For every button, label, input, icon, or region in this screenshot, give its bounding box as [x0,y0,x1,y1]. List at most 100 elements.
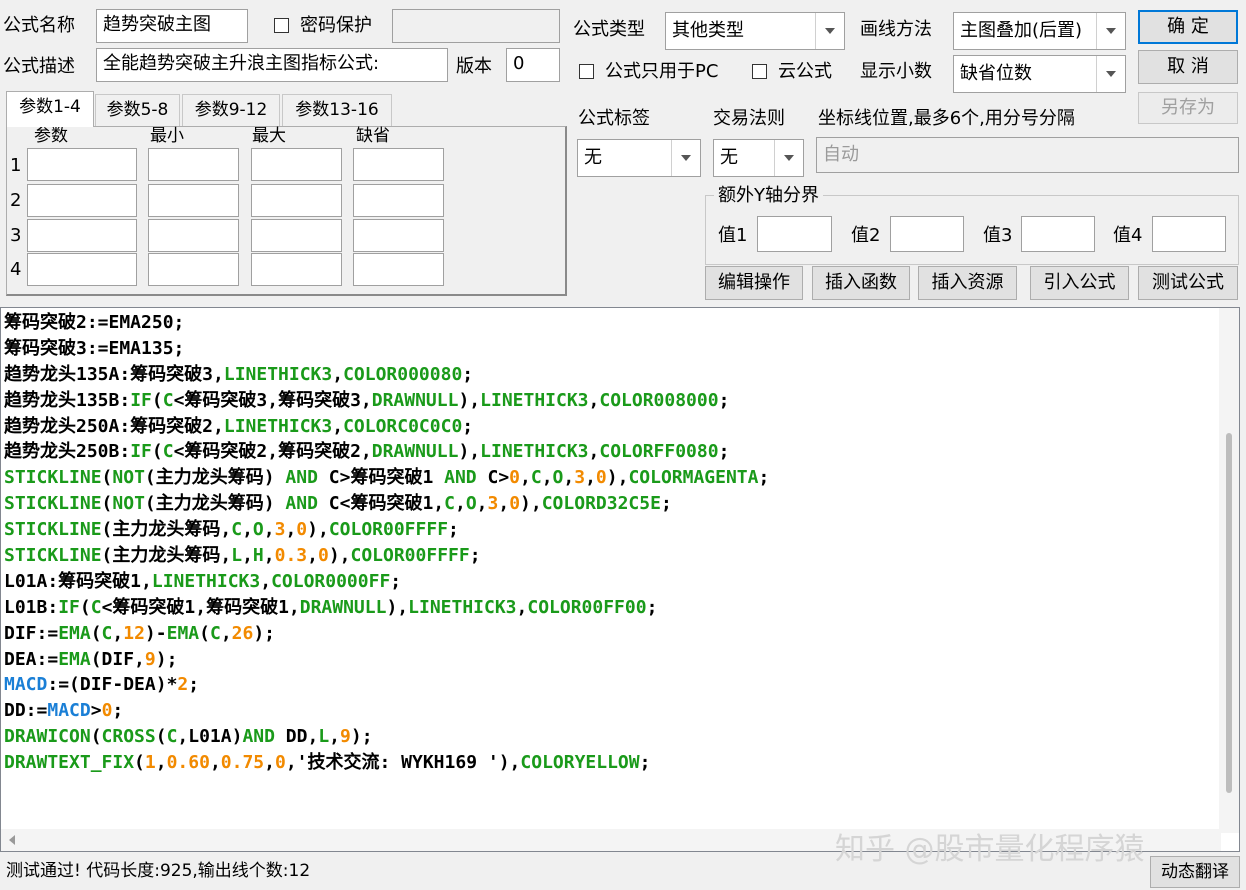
code-token: COLOR0000FF [271,570,391,592]
param-name-input[interactable] [27,184,137,217]
code-token: AND [285,467,318,489]
code-token: <筹码突破3,筹码突破3, [173,389,372,411]
password-input[interactable] [392,9,560,43]
code-token: AND [285,493,318,515]
code-token: IF [130,441,152,463]
code-token: C> [476,467,510,489]
code-token: , [516,596,528,618]
axis-position-input[interactable]: 自动 [816,137,1239,173]
code-token: 0.3 [274,545,308,567]
draw-method-select[interactable]: 主图叠加(后置) [953,12,1126,50]
pc-only-label: 公式只用于PC [605,61,719,82]
dynamic-translate-button[interactable]: 动态翻译 [1150,856,1240,888]
edit-ops-button[interactable]: 编辑操作 [705,266,803,300]
cancel-button[interactable]: 取 消 [1138,50,1238,84]
param-min-input[interactable] [148,148,239,181]
code-token: 9 [340,726,351,748]
code-token: 趋势龙头250A:筹码突破2, [4,415,224,437]
param-default-input[interactable] [353,148,444,181]
code-token: ( [101,493,113,515]
code-token: ( [151,389,163,411]
code-token: , [588,389,600,411]
code-token: , [285,519,297,541]
code-token: COLORFF0080 [599,441,719,463]
tab-params-1-4[interactable]: 参数1-4 [6,91,94,127]
yaxis-value-3-input[interactable] [1021,216,1095,252]
code-token: ; [462,415,474,437]
code-token: , [541,467,553,489]
tab-params-9-12[interactable]: 参数9-12 [182,94,280,126]
code-token: ; [758,467,770,489]
code-token: DRAWICON [4,726,91,748]
code-token: , [332,363,344,385]
ok-button[interactable]: 确 定 [1138,10,1238,44]
code-token: , [260,570,272,592]
test-formula-button[interactable]: 测试公式 [1138,266,1238,300]
code-token: , [498,493,510,515]
code-token: , [332,415,344,437]
decimal-select[interactable]: 缺省位数 [953,55,1126,93]
code-token: COLORYELLOW [520,752,640,774]
code-token: L01B: [4,596,59,618]
version-input[interactable]: 0 [506,48,560,82]
code-token: LINETHICK3 [480,389,589,411]
trade-rule-value: 无 [720,147,738,168]
formula-type-select[interactable]: 其他类型 [665,12,845,50]
yaxis-value-1-label: 值1 [718,225,748,246]
code-token: 3 [487,493,499,515]
yaxis-value-4-input[interactable] [1152,216,1226,252]
param-name-input[interactable] [27,148,137,181]
tab-params-5-8[interactable]: 参数5-8 [95,94,180,126]
code-token: )- [144,622,167,644]
param-min-input[interactable] [148,219,239,252]
code-token: ), [606,467,629,489]
code-line: DIF:=EMA(C,12)-EMA(C,26); [4,621,769,647]
code-token: EMA [58,622,91,644]
param-max-input[interactable] [251,253,342,286]
scrollbar-thumb[interactable] [1226,433,1232,793]
chevron-down-icon [1096,13,1125,49]
code-token: ( [199,622,210,644]
formula-name-input[interactable]: 趋势突破主图 [96,9,248,43]
code-token: , [520,467,531,489]
param-max-input[interactable] [251,219,342,252]
param-default-input[interactable] [353,253,444,286]
password-checkbox[interactable] [274,18,289,33]
scroll-left-icon[interactable] [9,835,15,845]
code-token: 筹码突破3:=EMA135; [4,337,185,359]
save-as-button[interactable]: 另存为 [1138,92,1238,124]
param-name-input[interactable] [27,253,137,286]
yaxis-value-2-input[interactable] [890,216,964,252]
trade-rule-select[interactable]: 无 [713,139,804,177]
formula-desc-input[interactable]: 全能趋势突破主升浪主图指标公式: [96,48,448,82]
code-token: AND [444,467,477,489]
code-token: DD:= [4,700,48,722]
param-max-input[interactable] [251,184,342,217]
param-min-input[interactable] [148,253,239,286]
param-max-input[interactable] [251,148,342,181]
tab-params-13-16[interactable]: 参数13-16 [282,94,392,126]
param-name-input[interactable] [27,219,137,252]
code-token: ; [718,441,730,463]
code-editor[interactable]: 筹码突破2:=EMA250; 筹码突破3:=EMA135; 趋势龙头135A:筹码突… [0,307,1240,852]
formula-tag-label: 公式标签 [578,108,650,129]
code-token: L01A:筹码突破1, [4,570,152,592]
formula-tag-select[interactable]: 无 [577,139,701,177]
pc-only-checkbox[interactable] [579,64,594,79]
cloud-checkbox[interactable] [752,64,767,79]
import-formula-button[interactable]: 引入公式 [1030,266,1129,300]
code-token: ), [386,596,409,618]
chevron-down-icon [815,13,844,49]
vertical-scrollbar[interactable] [1219,308,1239,833]
code-line: DD:=MACD>0; [4,698,769,724]
insert-function-button[interactable]: 插入函数 [812,266,910,300]
chevron-down-icon [774,140,803,176]
param-default-input[interactable] [353,219,444,252]
code-token: ; [112,700,124,722]
code-token: (主力龙头筹码) [144,467,286,489]
insert-resource-button[interactable]: 插入资源 [918,266,1017,300]
yaxis-value-1-input[interactable] [757,216,832,252]
param-default-input[interactable] [353,184,444,217]
param-min-input[interactable] [148,184,239,217]
code-token: , [563,467,575,489]
